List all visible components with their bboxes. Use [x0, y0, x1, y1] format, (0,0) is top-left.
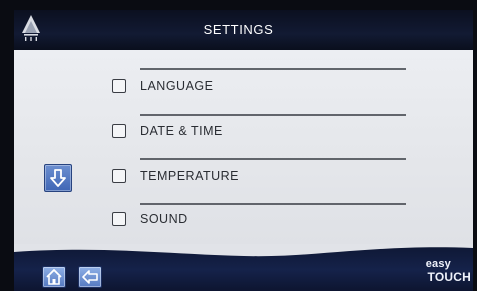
- home-button[interactable]: [42, 266, 66, 288]
- back-arrow-icon: [82, 270, 98, 284]
- menu-item-sound[interactable]: SOUND: [112, 208, 188, 230]
- menu-item-label: DATE & TIME: [140, 124, 223, 138]
- brand-easy-text: easy: [425, 258, 451, 270]
- divider: [140, 68, 406, 70]
- date-time-checkbox[interactable]: [112, 124, 126, 138]
- divider: [140, 114, 406, 116]
- back-button[interactable]: [78, 266, 102, 288]
- temperature-checkbox[interactable]: [112, 169, 126, 183]
- home-icon: [46, 269, 62, 285]
- divider: [140, 203, 406, 205]
- menu-item-label: SOUND: [140, 212, 188, 226]
- page-title: SETTINGS: [203, 22, 274, 37]
- settings-list-panel: [14, 50, 473, 244]
- menu-item-temperature[interactable]: TEMPERATURE: [112, 165, 239, 187]
- menu-item-label: LANGUAGE: [140, 79, 214, 93]
- menu-item-language[interactable]: LANGUAGE: [112, 75, 213, 97]
- divider: [140, 158, 406, 160]
- arrow-down-icon: [50, 169, 66, 187]
- settings-screen: SETTINGS LANGUAGE DATE & TIME TEMPERATUR…: [0, 0, 477, 291]
- easy-touch-logo: easy TOUCH: [405, 255, 473, 291]
- menu-item-date-time[interactable]: DATE & TIME: [112, 120, 223, 142]
- menu-item-label: TEMPERATURE: [140, 169, 240, 183]
- brand-touch-text: TOUCH: [427, 270, 471, 284]
- sound-checkbox[interactable]: [112, 212, 126, 226]
- language-checkbox[interactable]: [112, 79, 126, 93]
- scroll-down-button[interactable]: [44, 164, 72, 192]
